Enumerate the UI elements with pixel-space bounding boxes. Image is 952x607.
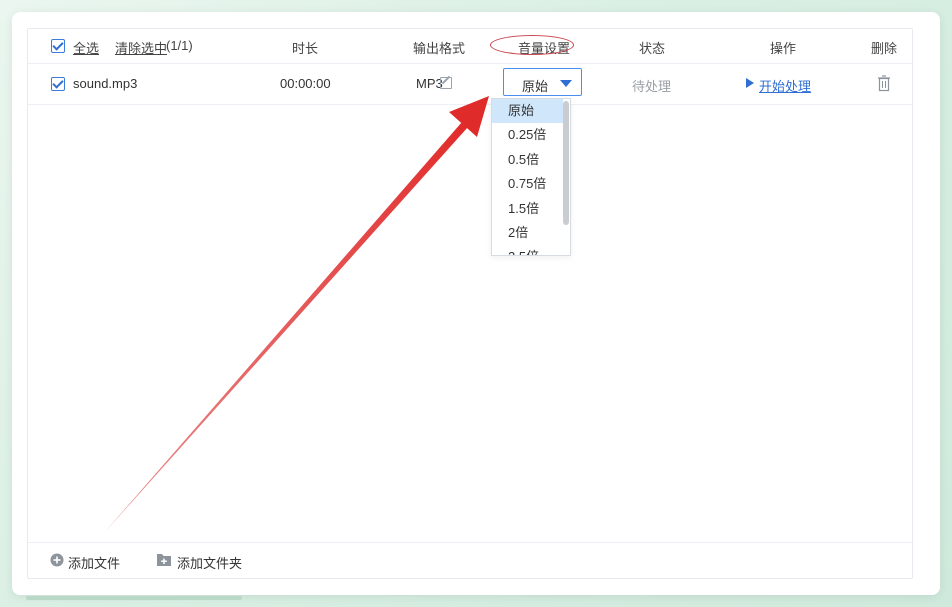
annotation-arrow xyxy=(104,96,489,533)
arrow-shaft xyxy=(104,122,468,533)
progress-bar xyxy=(26,596,242,600)
